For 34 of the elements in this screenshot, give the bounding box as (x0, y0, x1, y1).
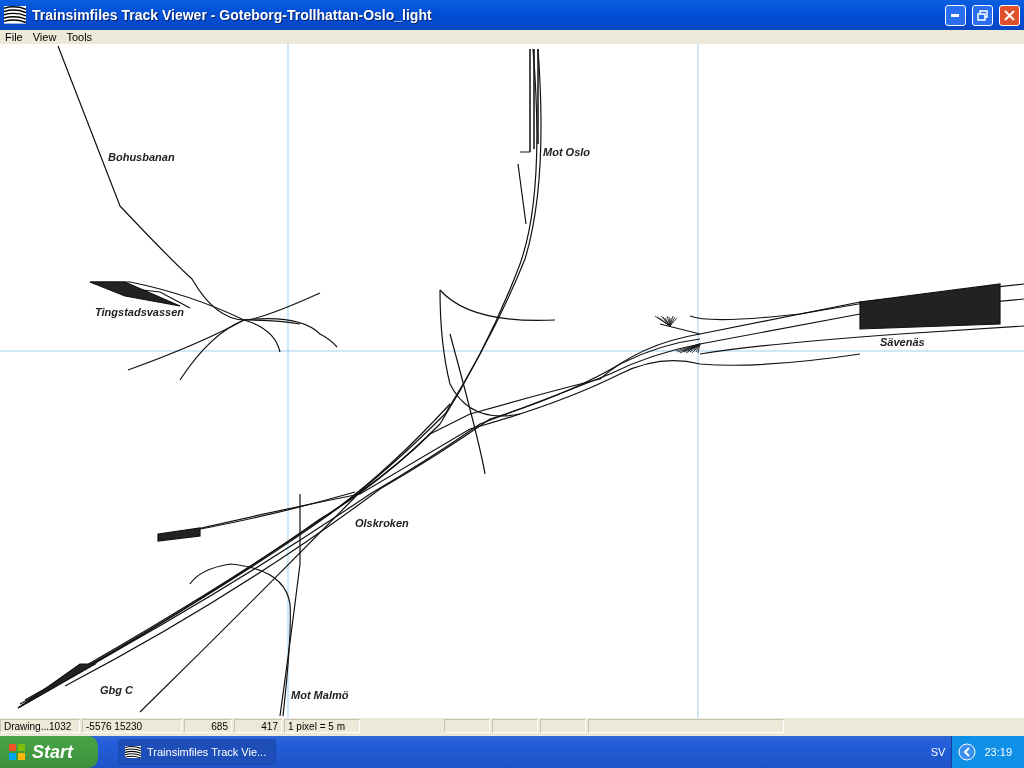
map-label: Bohusbanan (108, 151, 175, 163)
map-label: Mot Oslo (543, 146, 591, 158)
status-pane (492, 719, 538, 733)
status-pane: -5576 15230 (82, 719, 182, 733)
map-label: Tingstadsvassen (95, 306, 185, 318)
language-indicator[interactable]: SV (930, 746, 946, 758)
restore-icon (977, 9, 988, 21)
minimize-button[interactable] (945, 4, 966, 26)
status-pane: 1 pixel = 5 m (284, 719, 360, 733)
status-pane: 685 (184, 719, 232, 733)
windows-logo-icon (8, 743, 26, 761)
status-pane (540, 719, 586, 733)
start-button[interactable]: Start (0, 736, 98, 768)
app-logo-icon (125, 745, 141, 759)
map-label: Gbg C (100, 684, 133, 696)
close-icon (1004, 9, 1015, 21)
menu-item[interactable]: View (27, 30, 62, 44)
track-canvas[interactable]: Bohusbanan Mot Oslo Tingstadsvassen Sävenäs Olskroken Gbg C Mot Malmö (0, 44, 1024, 718)
status-pane: Drawing...1032 (0, 719, 80, 733)
map-label: Sävenäs (880, 336, 925, 348)
taskbar-button[interactable]: Trainsimfiles Track Vie... (118, 739, 276, 765)
menu-item[interactable]: File (0, 30, 28, 44)
close-button[interactable] (999, 4, 1020, 26)
map-label: Olskroken (355, 517, 409, 529)
menu-item[interactable]: Tools (61, 30, 98, 44)
app-logo-icon (4, 6, 26, 24)
status-pane (444, 719, 490, 733)
map-label: Mot Malmö (291, 689, 349, 701)
chevron-left-icon[interactable] (958, 743, 977, 761)
minimize-icon (951, 13, 960, 17)
restore-button[interactable] (972, 4, 993, 26)
window-title: Trainsimfiles Track Viewer - Goteborg-Trollhattan-Oslo_light (32, 7, 433, 23)
status-pane: 417 (234, 719, 282, 733)
clock: 23:19 (984, 746, 1012, 758)
